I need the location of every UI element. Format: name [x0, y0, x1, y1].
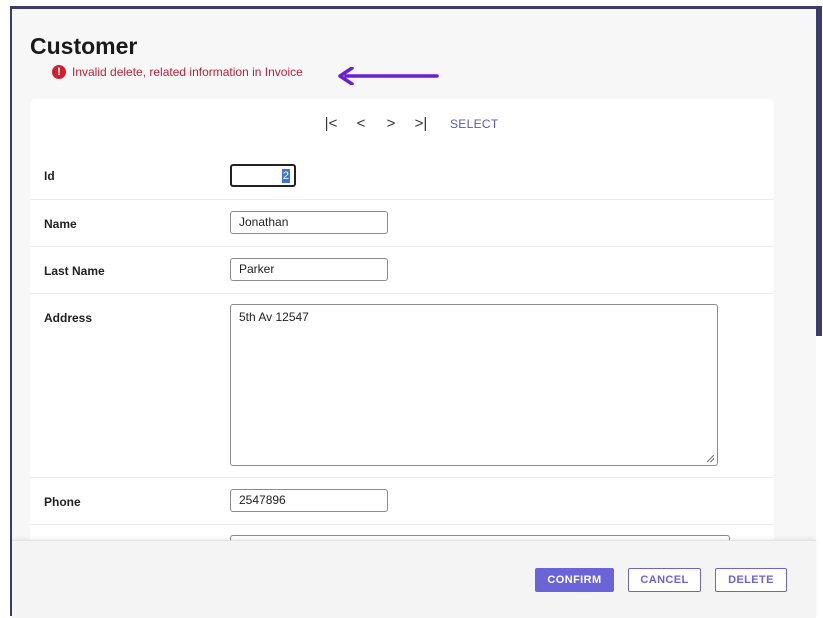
cancel-button[interactable]: CANCEL [628, 568, 701, 592]
field-row-last-name: Last Name Parker [30, 247, 774, 294]
id-value: 2 [281, 168, 290, 183]
phone-label: Phone [44, 495, 81, 509]
customer-form: |< < > >| SELECT Id 2 Name Jonathan Last… [30, 99, 774, 549]
error-message: ! Invalid delete, related information in… [52, 64, 303, 80]
annotation-arrow-icon [338, 67, 439, 85]
last-record-button[interactable]: >| [406, 115, 436, 132]
field-row-address: Address 5th Av 12547 [30, 294, 774, 478]
first-record-button[interactable]: |< [316, 115, 346, 132]
window-frame-right [816, 6, 822, 336]
exclamation-circle-icon: ! [52, 65, 66, 79]
error-text: Invalid delete, related information in I… [72, 65, 303, 79]
last-name-field[interactable]: Parker [230, 258, 388, 281]
name-field[interactable]: Jonathan [230, 211, 388, 234]
resize-handle-icon[interactable] [707, 455, 714, 462]
previous-record-button[interactable]: < [346, 115, 376, 132]
page-title: Customer [30, 33, 138, 59]
record-navigation: |< < > >| SELECT [316, 115, 499, 132]
phone-field[interactable]: 2547896 [230, 489, 388, 512]
id-label: Id [44, 169, 55, 183]
action-bar: CONFIRM CANCEL DELETE [12, 540, 816, 618]
field-row-name: Name Jonathan [30, 200, 774, 247]
address-textarea[interactable]: 5th Av 12547 [230, 304, 718, 466]
last-name-label: Last Name [44, 264, 105, 278]
address-value: 5th Av 12547 [239, 310, 309, 324]
address-label: Address [44, 311, 93, 325]
id-field[interactable]: 2 [230, 164, 296, 187]
field-row-id: Id 2 [30, 153, 774, 200]
next-record-button[interactable]: > [376, 115, 406, 132]
name-label: Name [44, 217, 77, 231]
confirm-button[interactable]: CONFIRM [535, 568, 614, 592]
field-row-phone: Phone 2547896 [30, 478, 774, 525]
select-link[interactable]: SELECT [450, 117, 498, 131]
delete-button[interactable]: DELETE [715, 568, 787, 592]
